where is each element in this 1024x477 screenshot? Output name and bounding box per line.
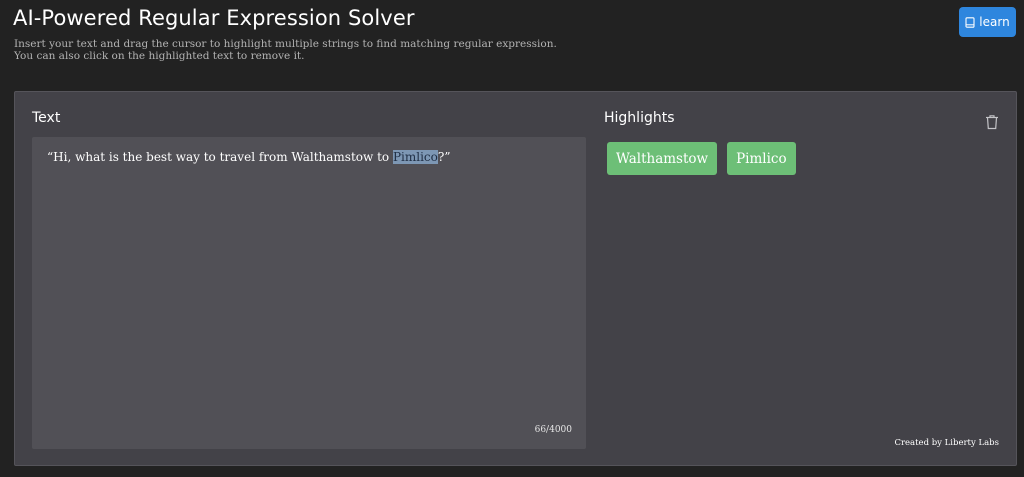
text-heading: Text xyxy=(32,110,61,126)
page-subtitle: Insert your text and drag the cursor to … xyxy=(14,38,557,62)
subtitle-line-1: Insert your text and drag the cursor to … xyxy=(14,38,557,50)
highlight-chip-pimlico[interactable]: Pimlico xyxy=(727,142,796,175)
learn-button-label: learn xyxy=(979,15,1010,29)
text-before-selection: “Hi, what is the best way to travel from… xyxy=(47,150,393,164)
char-counter: 66/4000 xyxy=(534,425,572,435)
text-after-selection: ?” xyxy=(437,150,451,164)
text-input-area[interactable]: “Hi, what is the best way to travel from… xyxy=(32,137,586,449)
page-title: AI-Powered Regular Expression Solver xyxy=(13,6,415,30)
text-content[interactable]: “Hi, what is the best way to travel from… xyxy=(47,150,450,164)
clear-highlights-button[interactable] xyxy=(985,114,999,130)
selected-text[interactable]: Pimlico xyxy=(392,150,438,164)
learn-button[interactable]: learn xyxy=(959,7,1016,37)
page-header: AI-Powered Regular Expression Solver Ins… xyxy=(0,0,1024,90)
footer-credit: Created by Liberty Labs xyxy=(894,438,999,448)
trash-icon xyxy=(985,115,999,134)
highlights-heading: Highlights xyxy=(604,110,675,126)
book-icon xyxy=(965,16,975,28)
highlight-chips: Walthamstow Pimlico xyxy=(607,142,796,175)
highlight-chip-walthamstow[interactable]: Walthamstow xyxy=(607,142,718,175)
main-panel: Text “Hi, what is the best way to travel… xyxy=(14,91,1017,466)
subtitle-line-2: You can also click on the highlighted te… xyxy=(14,50,305,62)
